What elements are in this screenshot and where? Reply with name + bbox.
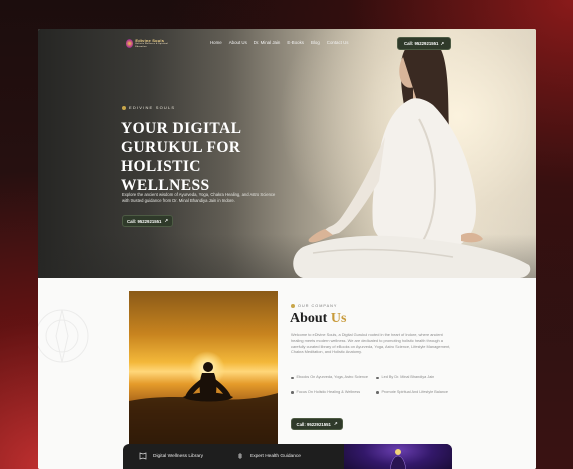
feature-cards-strip: Digital Wellness Library Expert Health G… [123,444,452,469]
hero-call-button[interactable]: Call: 9522921551 ↗ [122,215,173,227]
book-icon [139,452,147,460]
logo-icon [126,39,134,48]
menu-item-dr-minal-jain[interactable]: Dr. Minal Jain [254,40,281,45]
call-button-label: Call: 9522921551 [126,218,162,224]
menu-item-blog[interactable]: Blog [311,40,320,45]
menu-item-ebooks[interactable]: E-Books [287,40,304,45]
arrow-up-right-icon: ↗ [164,218,168,223]
lotus-icon [291,304,295,308]
hero-title-line: YOUR DIGITAL [121,120,242,137]
bullet-icon [376,376,379,380]
main-menu: Home About Us Dr. Minal Jain E-Books Blo… [210,40,349,45]
about-features-list: Ebooks On Ayurveda, Yoga, Astro Science … [291,375,461,395]
about-eyebrow-text: OUR COMPANY [298,304,338,308]
hero-title: YOUR DIGITAL GURUKUL FOR HOLISTIC WELLNE… [121,119,291,195]
about-eyebrow: OUR COMPANY [291,304,337,308]
hero-eyebrow: EDIVINE SOULS [122,105,175,110]
arrow-up-right-icon: ↗ [440,40,444,46]
card-expert-health-guidance[interactable]: Expert Health Guidance [236,452,301,460]
feature-text: Promote Spiritual And Lifestyle Balance [381,389,448,394]
list-item: Focus On Holistic Healing & Wellness [291,390,371,396]
list-item: Led By Dr. Minal Bhandiya Jain [376,375,461,381]
sunset-meditation-image [129,291,278,446]
list-item: Ebooks On Ayurveda, Yoga, Astro Science [291,375,371,381]
bullet-icon [376,391,379,394]
arrow-up-right-icon: ↗ [333,421,338,426]
logo-text: Edivine Souls [135,37,165,43]
about-call-button[interactable]: Call: 9522921551 ↗ [291,418,343,430]
about-title-main: About [290,311,328,326]
mandala-watermark-icon [38,309,89,363]
hero-title-line: HOLISTIC WELLNESS [121,158,210,194]
about-section: OUR COMPANY About Us Welcome to eDivine … [38,278,536,469]
header-call-button[interactable]: Call: 9522921551 ↗ [397,37,451,50]
feature-text: Led By Dr. Minal Bhandiya Jain [381,375,435,379]
health-icon [238,453,242,459]
lotus-icon [122,105,126,110]
call-button-label: Call: 9522921551 [296,421,331,427]
card-label: Digital Wellness Library [153,453,204,459]
bullet-icon [291,376,294,380]
chakra-meditation-image [344,444,452,469]
hero-eyebrow-text: EDIVINE SOULS [129,105,176,110]
hero-title-line: GURUKUL FOR [121,139,241,156]
feature-text: Ebooks On Ayurveda, Yoga, Astro Science [296,375,369,379]
website-preview: Edivine Souls Holistic Wellness & Spirit… [38,29,536,469]
menu-item-about[interactable]: About Us [229,40,247,45]
about-description: Welcome to eDivine Souls, a Digital Guru… [291,332,451,355]
list-item: Promote Spiritual And Lifestyle Balance [376,390,461,396]
site-logo[interactable]: Edivine Souls Holistic Wellness & Spirit… [126,37,172,50]
hero-section: Edivine Souls Holistic Wellness & Spirit… [38,29,536,278]
about-title: About Us [290,311,346,327]
call-button-label: Call: 9522921551 [403,41,439,46]
bullet-icon [291,391,294,394]
card-digital-wellness-library[interactable]: Digital Wellness Library [139,452,203,460]
feature-text: Focus On Holistic Healing & Wellness [296,389,361,394]
menu-item-contact[interactable]: Contact Us [327,40,349,45]
hero-description: Explore the ancient wisdom of Ayurveda, … [122,192,276,203]
menu-item-home[interactable]: Home [210,40,222,45]
logo-subtitle: Holistic Wellness & Spiritual Education [135,42,169,48]
card-label: Expert Health Guidance [250,453,301,459]
about-title-accent: Us [330,311,347,326]
top-navigation: Edivine Souls Holistic Wellness & Spirit… [38,29,536,57]
